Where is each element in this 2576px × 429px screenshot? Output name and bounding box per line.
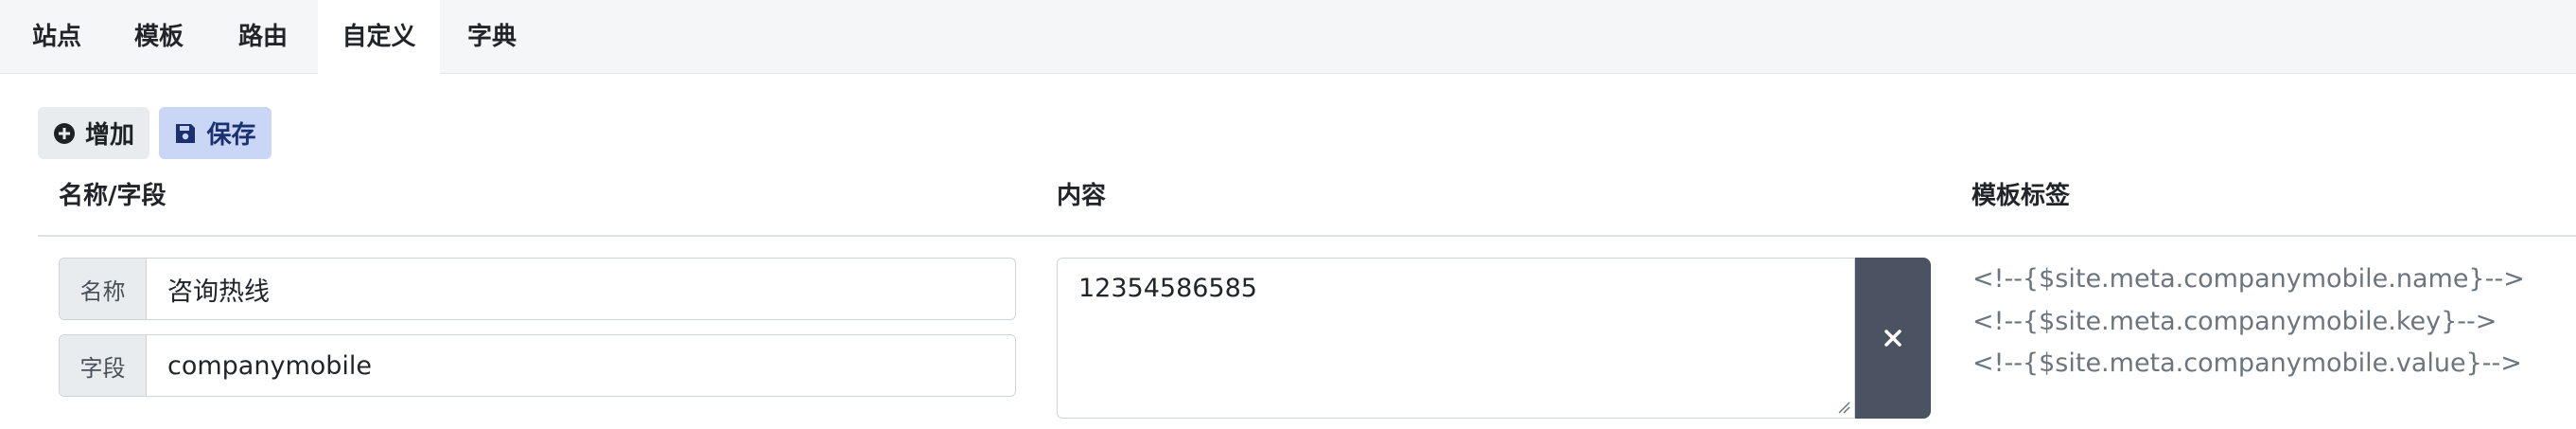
tab-site[interactable]: 站点 — [13, 0, 100, 74]
field-input[interactable]: companymobile — [147, 335, 1015, 396]
header-divider — [38, 235, 2576, 237]
column-header-name-field: 名称/字段 — [59, 182, 166, 210]
template-tag-value: <!--{$site.meta.companymobile.value}--> — [1972, 349, 2522, 378]
template-tag-key: <!--{$site.meta.companymobile.key}--> — [1972, 307, 2497, 336]
tab-template[interactable]: 模板 — [115, 0, 202, 74]
close-icon — [1884, 330, 1901, 347]
delete-row-button[interactable] — [1855, 258, 1931, 419]
resize-grip-icon[interactable] — [1837, 401, 1850, 414]
tab-route[interactable]: 路由 — [219, 0, 307, 74]
field-input-group: 字段 companymobile — [59, 334, 1016, 397]
floppy-disk-icon — [174, 122, 197, 145]
add-button[interactable]: 增加 — [38, 107, 149, 159]
column-header-content: 内容 — [1057, 182, 1107, 210]
name-prefix-label: 名称 — [60, 259, 147, 319]
tab-dictionary[interactable]: 字典 — [448, 0, 535, 74]
tab-custom[interactable]: 自定义 — [318, 0, 440, 75]
save-button[interactable]: 保存 — [159, 107, 272, 159]
field-prefix-label: 字段 — [60, 335, 147, 396]
add-button-label: 增加 — [84, 121, 134, 150]
content-text: 12354586585 — [1078, 274, 1257, 303]
template-tag-name: <!--{$site.meta.companymobile.name}--> — [1972, 264, 2525, 294]
tab-bar: 站点 模板 路由 自定义 字典 — [0, 0, 2576, 75]
column-header-template-tag: 模板标签 — [1971, 182, 2071, 210]
content-textarea[interactable]: 12354586585 — [1057, 258, 1855, 419]
plus-circle-icon — [53, 122, 76, 145]
name-input-group: 名称 咨询热线 — [59, 258, 1016, 320]
name-input[interactable]: 咨询热线 — [147, 259, 1015, 319]
save-button-label: 保存 — [206, 121, 256, 150]
